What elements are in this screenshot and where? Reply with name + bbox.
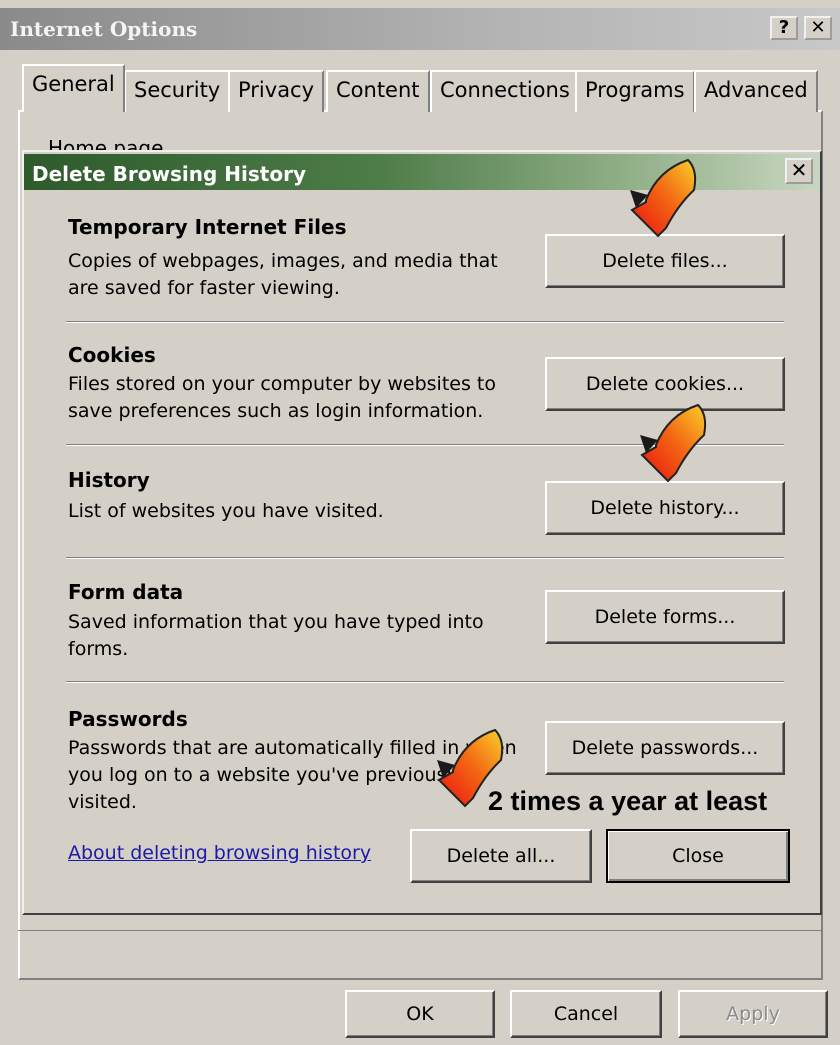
tab-security[interactable]: Security <box>124 70 231 112</box>
section-title-passwords: Passwords <box>68 707 188 731</box>
tab-general[interactable]: General <box>22 64 125 112</box>
tab-programs[interactable]: Programs <box>575 70 695 112</box>
annotation-text: 2 times a year at least <box>488 786 768 816</box>
outer-window-title: Internet Options <box>10 17 198 41</box>
section-title-temporary-files: Temporary Internet Files <box>68 215 347 239</box>
outer-close-button[interactable]: ✕ <box>804 16 832 40</box>
about-deleting-history-link[interactable]: About deleting browsing history <box>68 842 371 864</box>
section-desc-temporary-files: Copies of webpages, images, and media th… <box>68 250 498 299</box>
section-desc-history: List of websites you have visited. <box>68 500 384 522</box>
section-divider <box>66 557 784 559</box>
close-button[interactable]: Close <box>606 829 790 883</box>
dialog-title: Delete Browsing History <box>32 162 306 186</box>
red-checkmark-arrow-icon <box>630 158 697 238</box>
section-title-history: History <box>68 468 150 492</box>
panel-bottom-strip <box>18 930 823 976</box>
help-button[interactable]: ? <box>770 16 798 40</box>
delete-passwords-button[interactable]: Delete passwords... <box>545 721 785 775</box>
tab-advanced[interactable]: Advanced <box>694 70 818 112</box>
tab-connections[interactable]: Connections <box>430 70 580 112</box>
section-title-form-data: Form data <box>68 580 184 604</box>
ok-button[interactable]: OK <box>345 990 495 1038</box>
red-checkmark-arrow-icon <box>640 403 707 483</box>
delete-forms-button[interactable]: Delete forms... <box>545 590 785 644</box>
delete-all-button[interactable]: Delete all... <box>410 829 592 883</box>
tab-privacy[interactable]: Privacy <box>228 70 325 112</box>
red-checkmark-arrow-icon <box>437 728 504 808</box>
section-desc-form-data: Saved information that you have typed in… <box>68 611 484 660</box>
tab-content[interactable]: Content <box>326 70 430 112</box>
section-divider <box>66 321 784 323</box>
dialog-close-button[interactable]: ✕ <box>785 158 813 184</box>
section-divider <box>66 681 784 683</box>
apply-button[interactable]: Apply <box>678 990 828 1038</box>
section-title-cookies: Cookies <box>68 343 156 367</box>
section-desc-cookies: Files stored on your computer by website… <box>68 373 496 422</box>
cancel-button[interactable]: Cancel <box>510 990 662 1038</box>
